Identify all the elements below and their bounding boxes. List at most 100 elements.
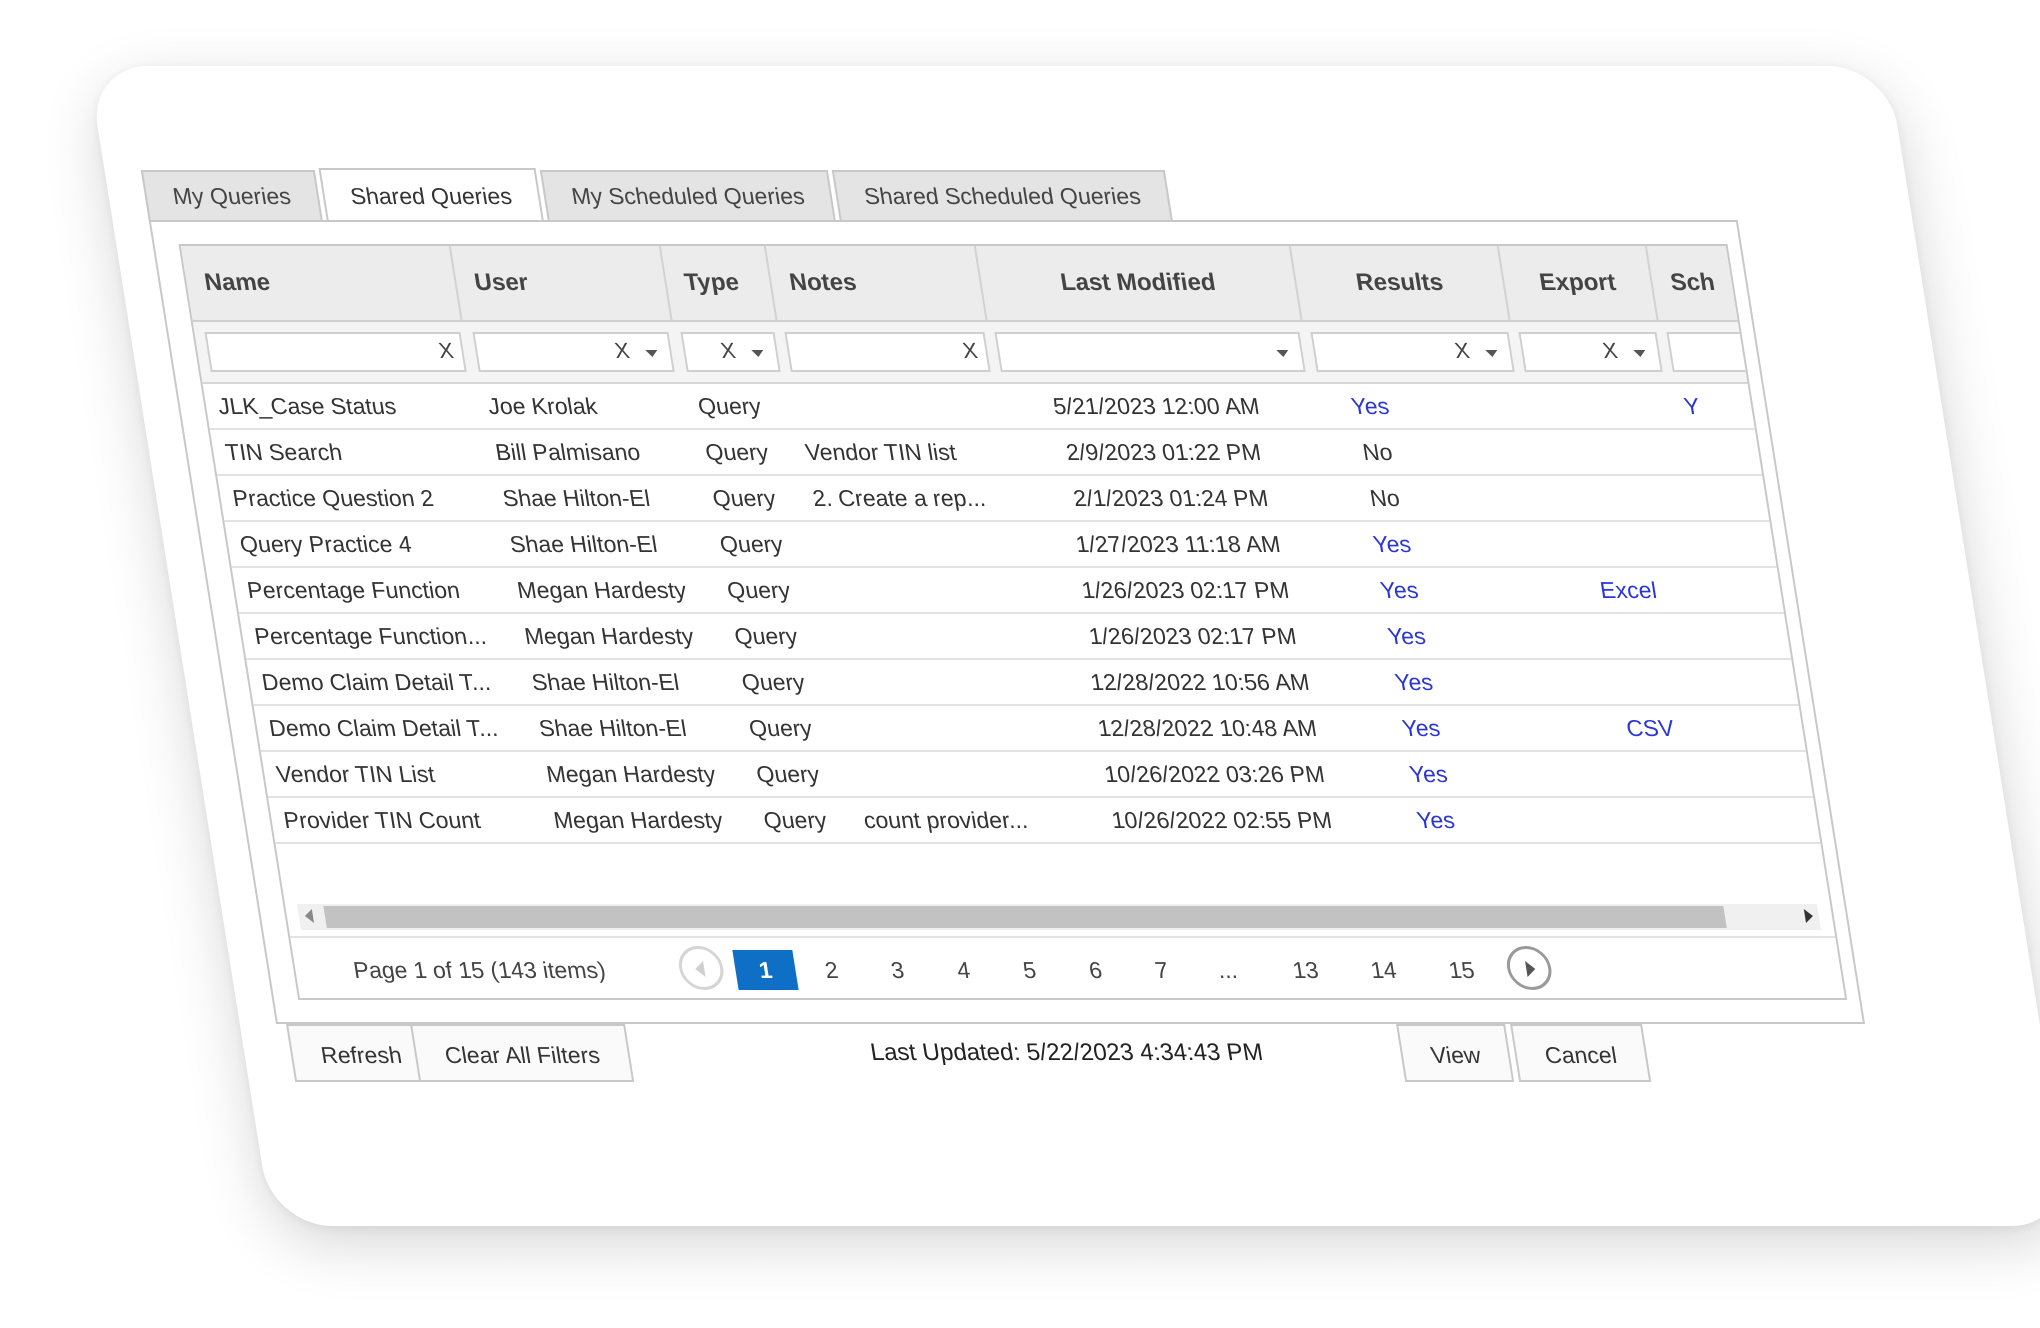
type-filter-select[interactable]: X <box>680 332 781 372</box>
scroll-right-icon[interactable] <box>1803 909 1815 923</box>
cell-results-link[interactable]: Yes <box>1377 752 1480 796</box>
page-button-7[interactable]: 7 <box>1128 950 1194 990</box>
tab-my-scheduled-queries[interactable]: My Scheduled Queries <box>539 170 837 220</box>
queries-dialog: My Queries Shared Queries My Scheduled Q… <box>40 102 2040 1082</box>
cell-export-link[interactable] <box>1527 384 1672 428</box>
chevron-down-icon[interactable] <box>1485 350 1499 357</box>
column-header-notes[interactable]: Notes <box>765 246 988 320</box>
column-header-last-modified[interactable]: Last Modified <box>975 246 1303 320</box>
page-button-13[interactable]: 13 <box>1272 950 1338 990</box>
cell-notes: 2. Create a rep... <box>810 485 988 511</box>
table-row[interactable]: Percentage Function Megan Hardesty Query… <box>231 568 1785 614</box>
cell-user: Joe Krolak <box>486 393 599 419</box>
clear-filter-icon[interactable]: X <box>613 338 632 364</box>
chevron-down-icon[interactable] <box>751 350 765 357</box>
table-row[interactable]: Practice Question 2 Shae Hilton-El Query… <box>217 476 1770 522</box>
page-button-4[interactable]: 4 <box>930 950 996 990</box>
cell-export-link[interactable]: Excel <box>1556 568 1701 612</box>
scroll-left-icon[interactable] <box>303 909 315 923</box>
cell-export-link[interactable] <box>1541 476 1686 520</box>
name-filter-input[interactable]: X <box>204 332 467 372</box>
notes-filter-input[interactable]: X <box>784 332 991 372</box>
page-button-15[interactable]: 15 <box>1428 950 1494 990</box>
filter-row: X X X X X X <box>192 322 1748 384</box>
cell-name: Query Practice 4 <box>237 531 414 557</box>
clear-filter-icon[interactable]: X <box>1601 338 1620 364</box>
cell-results-link[interactable]: Yes <box>1384 798 1487 842</box>
cell-name: Practice Question 2 <box>230 485 436 511</box>
cell-schedule-link[interactable] <box>1732 706 1779 750</box>
table-row[interactable]: Provider TIN Count Megan Hardesty Query … <box>268 798 1821 844</box>
page-button-3[interactable]: 3 <box>864 950 930 990</box>
cell-schedule-link[interactable] <box>1688 430 1735 474</box>
page-button-14[interactable]: 14 <box>1350 950 1416 990</box>
cell-schedule-link[interactable] <box>1739 752 1786 796</box>
table-row[interactable]: JLK_Case Status Joe Krolak Query 5/21/20… <box>202 384 1755 430</box>
results-filter-select[interactable]: X <box>1310 332 1515 372</box>
clear-filter-icon[interactable]: X <box>437 338 456 364</box>
user-filter-select[interactable]: X <box>472 332 675 372</box>
page-button-5[interactable]: 5 <box>996 950 1062 990</box>
clear-filter-icon[interactable]: X <box>961 338 980 364</box>
table-row[interactable]: Vendor TIN List Megan Hardesty Query 10/… <box>260 752 1814 798</box>
cell-schedule-link[interactable]: Y <box>1681 384 1728 428</box>
table-row[interactable]: TIN Search Bill Palmisano Query Vendor T… <box>209 430 1763 476</box>
table-row[interactable]: Demo Claim Detail T... Shae Hilton-El Qu… <box>253 706 1806 752</box>
cell-schedule-link[interactable] <box>1710 568 1757 612</box>
tab-shared-queries[interactable]: Shared Queries <box>318 168 544 222</box>
scrollbar-thumb[interactable] <box>323 906 1727 928</box>
export-filter-select[interactable]: X <box>1518 332 1663 372</box>
page-button-6[interactable]: 6 <box>1062 950 1128 990</box>
column-header-schedule[interactable]: Sch <box>1646 246 1738 320</box>
tab-shared-scheduled-queries[interactable]: Shared Scheduled Queries <box>832 170 1173 220</box>
column-header-name[interactable]: Name <box>180 246 463 320</box>
cell-user: Shae Hilton-El <box>500 485 652 511</box>
last-modified-filter-select[interactable] <box>994 332 1306 372</box>
cell-schedule-link[interactable] <box>1703 522 1750 566</box>
table-row[interactable]: Demo Claim Detail T... Shae Hilton-El Qu… <box>246 660 1799 706</box>
cell-notes <box>846 706 1049 750</box>
cell-schedule-link[interactable] <box>1724 660 1771 704</box>
cell-schedule-link[interactable] <box>1717 614 1764 658</box>
horizontal-scrollbar[interactable] <box>297 904 1822 930</box>
page-ellipsis[interactable]: ... <box>1194 950 1260 990</box>
chevron-down-icon[interactable] <box>645 350 659 357</box>
cell-type: Query <box>696 393 763 419</box>
cell-results-link[interactable]: Yes <box>1355 614 1458 658</box>
cell-results-link[interactable]: Yes <box>1341 522 1444 566</box>
cell-export-link[interactable] <box>1534 430 1679 474</box>
chevron-down-icon[interactable] <box>1276 350 1290 357</box>
cell-results-link[interactable]: Yes <box>1348 568 1451 612</box>
previous-page-button[interactable] <box>675 946 727 990</box>
cell-last-modified: 10/26/2022 03:26 PM <box>1102 761 1327 787</box>
tab-my-queries[interactable]: My Queries <box>140 170 323 220</box>
cell-export-link[interactable] <box>1585 752 1730 796</box>
view-button[interactable]: View <box>1396 1024 1515 1082</box>
chevron-down-icon[interactable] <box>1633 350 1647 357</box>
page-button-1[interactable]: 1 <box>732 950 799 990</box>
clear-all-filters-button[interactable]: Clear All Filters <box>410 1024 634 1082</box>
column-header-export[interactable]: Export <box>1498 246 1659 320</box>
cell-export-link[interactable] <box>1549 522 1694 566</box>
cell-export-link[interactable] <box>1563 614 1708 658</box>
column-header-type[interactable]: Type <box>660 246 778 320</box>
cell-schedule-link[interactable] <box>1695 476 1742 520</box>
cell-results-link[interactable]: Yes <box>1370 706 1473 750</box>
clear-filter-icon[interactable]: X <box>719 338 738 364</box>
cell-results-link[interactable]: Yes <box>1319 384 1422 428</box>
cancel-button[interactable]: Cancel <box>1510 1024 1651 1082</box>
column-header-results[interactable]: Results <box>1290 246 1511 320</box>
schedule-filter-input[interactable] <box>1666 332 1748 372</box>
cell-export-link[interactable] <box>1570 660 1715 704</box>
cell-export-link[interactable] <box>1592 798 1737 842</box>
clear-filter-icon[interactable]: X <box>1453 338 1472 364</box>
column-header-user[interactable]: User <box>450 246 673 320</box>
table-row[interactable]: Query Practice 4 Shae Hilton-El Query 1/… <box>224 522 1777 568</box>
page-button-2[interactable]: 2 <box>798 950 864 990</box>
next-page-button[interactable] <box>1503 946 1555 990</box>
cell-results-link[interactable]: Yes <box>1362 660 1465 704</box>
table-row[interactable]: Percentage Function... Megan Hardesty Qu… <box>239 614 1792 660</box>
cell-schedule-link[interactable] <box>1746 798 1793 842</box>
cell-last-modified: 2/9/2023 01:22 PM <box>1064 439 1263 465</box>
cell-export-link[interactable]: CSV <box>1578 706 1723 750</box>
